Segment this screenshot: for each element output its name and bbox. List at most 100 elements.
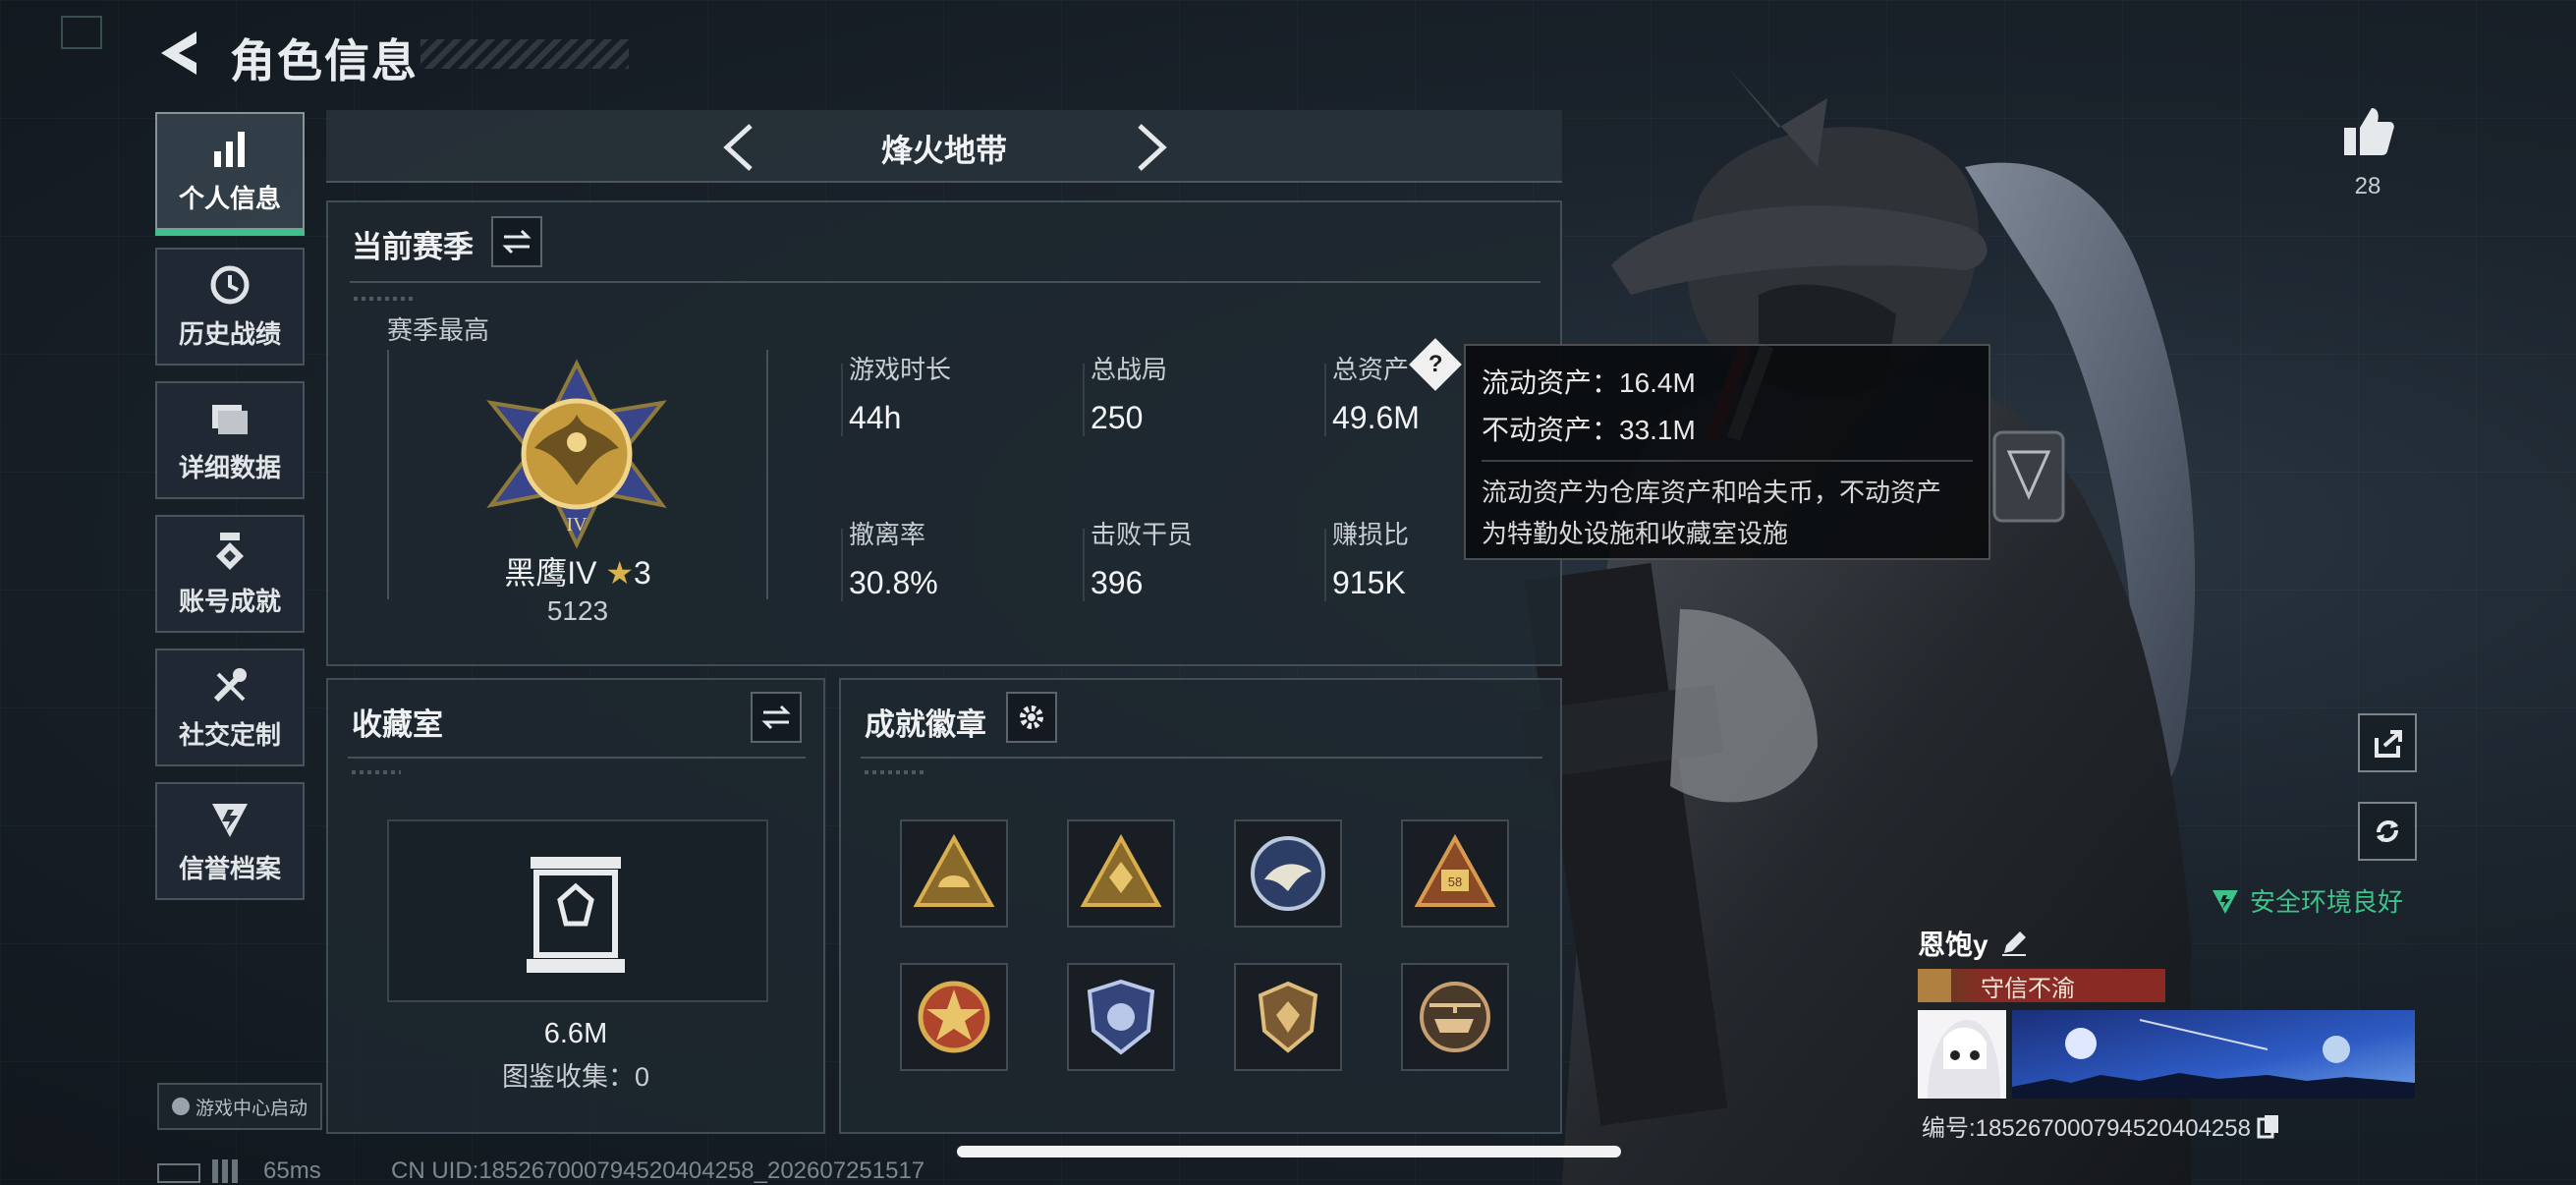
- credit-shield-icon: [212, 803, 248, 837]
- svg-text:IV: IV: [566, 514, 588, 536]
- badge-slot[interactable]: [1234, 819, 1342, 928]
- corner-bracket-icon: [61, 16, 102, 49]
- gear-icon: [1020, 705, 1043, 729]
- player-banner: [2012, 1010, 2415, 1099]
- display-case-icon: [527, 857, 625, 973]
- stat-divider: [1083, 364, 1085, 436]
- nav-item-detail-data[interactable]: 详细数据: [155, 381, 305, 499]
- stat-divider: [841, 529, 843, 601]
- stat-operators-defeated: 击败干员 396: [1091, 515, 1193, 601]
- helicopter-badge-icon: [1420, 982, 1490, 1052]
- edit-pencil-icon[interactable]: [2000, 930, 2028, 957]
- collection-switch-button[interactable]: [751, 692, 802, 743]
- stat-divider: [1324, 364, 1326, 436]
- nav-label: 个人信息: [178, 183, 281, 213]
- nav-item-credit-record[interactable]: 信誉档案: [155, 782, 305, 900]
- refresh-button[interactable]: [2358, 802, 2417, 861]
- stat-value: 396: [1091, 565, 1144, 600]
- share-button[interactable]: [2358, 713, 2417, 772]
- thumbs-up-icon[interactable]: [2340, 104, 2395, 159]
- nav-item-social-customize[interactable]: 社交定制: [155, 649, 305, 766]
- stat-value: 250: [1091, 400, 1144, 435]
- nav-item-personal-info[interactable]: 个人信息: [155, 112, 305, 236]
- stat-value: 915K: [1332, 565, 1406, 600]
- stat-label: 总战局: [1091, 355, 1168, 384]
- swap-arrows-icon: [502, 229, 532, 254]
- credit-tag: 守信不渝: [1918, 969, 2165, 1002]
- achievement-settings-button[interactable]: [1006, 692, 1057, 743]
- eagle-round-badge-icon: [1251, 836, 1325, 911]
- player-avatar[interactable]: [1918, 1010, 2006, 1099]
- stat-divider: [1083, 529, 1085, 601]
- badge-slot[interactable]: [1067, 963, 1175, 1071]
- nav-label: 信誉档案: [178, 853, 281, 883]
- stat-play-time: 游戏时长 44h: [849, 350, 951, 436]
- stat-total-matches: 总战局 250: [1091, 350, 1167, 436]
- badge-slot[interactable]: [1067, 819, 1175, 928]
- season-switch-button[interactable]: [491, 216, 542, 267]
- assets-tooltip: 流动资产：16.4M 不动资产：33.1M 流动资产为仓库资产和哈夫币，不动资产…: [1464, 344, 1990, 560]
- achievement-medal-icon: [216, 532, 244, 570]
- star-icon: ★: [605, 555, 635, 591]
- bar-chart-icon: [214, 131, 245, 167]
- badge-slot[interactable]: [1234, 963, 1342, 1071]
- stat-label: 撤离率: [849, 520, 926, 549]
- map-name: 烽火地带: [880, 133, 1007, 168]
- player-name-row: 恩饱y: [1918, 924, 2028, 963]
- home-indicator[interactable]: [957, 1146, 1621, 1157]
- season-best-label: 赛季最高: [387, 315, 490, 345]
- history-clock-icon: [210, 265, 250, 304]
- nav-item-history[interactable]: 历史战绩: [155, 248, 305, 366]
- stat-value: 49.6M: [1332, 400, 1420, 435]
- stat-value: 30.8%: [849, 565, 938, 600]
- player-name: 恩饱y: [1918, 930, 1988, 960]
- title-decoration: [420, 39, 629, 69]
- stat-profit-loss: 赚损比 915K: [1332, 515, 1409, 601]
- map-selector: 烽火地带: [326, 110, 1562, 183]
- triangle-crest-badge-icon: [1080, 833, 1162, 907]
- page-title: 角色信息: [230, 35, 419, 86]
- ping: 65ms: [263, 1157, 321, 1184]
- safe-environment: 安全环境良好: [2211, 882, 2403, 919]
- catalog-count: 图鉴收集：0: [501, 1062, 650, 1092]
- copy-icon[interactable]: [2257, 1113, 2280, 1139]
- collection-value: 6.6M: [543, 1018, 608, 1049]
- credit-emblem-icon: [1918, 969, 1951, 1002]
- nav-item-account-achievement[interactable]: 账号成就: [155, 515, 305, 633]
- player-id-row: 编号:18526700079452040425​8: [1922, 1108, 2280, 1143]
- game-center-button[interactable]: 游戏中心启动: [157, 1083, 322, 1130]
- badge-slot[interactable]: [900, 963, 1008, 1071]
- signal-icon: [212, 1159, 248, 1183]
- divider: [861, 757, 1542, 759]
- nav-label: 详细数据: [178, 452, 281, 482]
- collection-panel: 收藏室 6.6M 图鉴收集：0: [326, 678, 825, 1134]
- nav-label: 账号成就: [178, 586, 281, 616]
- liquid-assets: 流动资产：16.4M: [1482, 367, 1696, 398]
- divider: [348, 757, 806, 759]
- player-id: 编号:18526700079452040425​8: [1922, 1115, 2251, 1142]
- tooltip-description-line1: 流动资产为仓库资产和哈夫币，不动资产: [1482, 478, 1942, 507]
- game-center-label: 游戏中心启动: [195, 1098, 308, 1119]
- badge-slot[interactable]: [900, 819, 1008, 928]
- star-medal-badge-icon: [918, 981, 990, 1053]
- nav-label: 历史战绩: [178, 318, 281, 349]
- back-arrow-icon[interactable]: [155, 28, 202, 79]
- stat-divider: [841, 364, 843, 436]
- stat-label: 总资产: [1332, 355, 1410, 384]
- share-icon: [2375, 730, 2402, 758]
- badge-slot[interactable]: [1401, 963, 1509, 1071]
- game-center-icon: [171, 1098, 190, 1115]
- fixed-assets: 不动资产：33.1M: [1482, 415, 1696, 445]
- chevron-right-icon[interactable]: [1132, 122, 1171, 173]
- rank-stars: 3: [634, 555, 651, 591]
- stat-value: 44h: [849, 400, 902, 435]
- folder-data-icon: [212, 404, 248, 434]
- decor-dots: [354, 297, 413, 301]
- svg-text:58: 58: [1448, 875, 1462, 889]
- rank-name: 黑鹰IV: [504, 555, 597, 591]
- wrench-customize-icon: [213, 667, 247, 702]
- decor-dots: [865, 770, 924, 774]
- tooltip-divider: [1482, 460, 1973, 462]
- badge-slot[interactable]: 58: [1401, 819, 1509, 928]
- stat-label: 游戏时长: [849, 355, 952, 384]
